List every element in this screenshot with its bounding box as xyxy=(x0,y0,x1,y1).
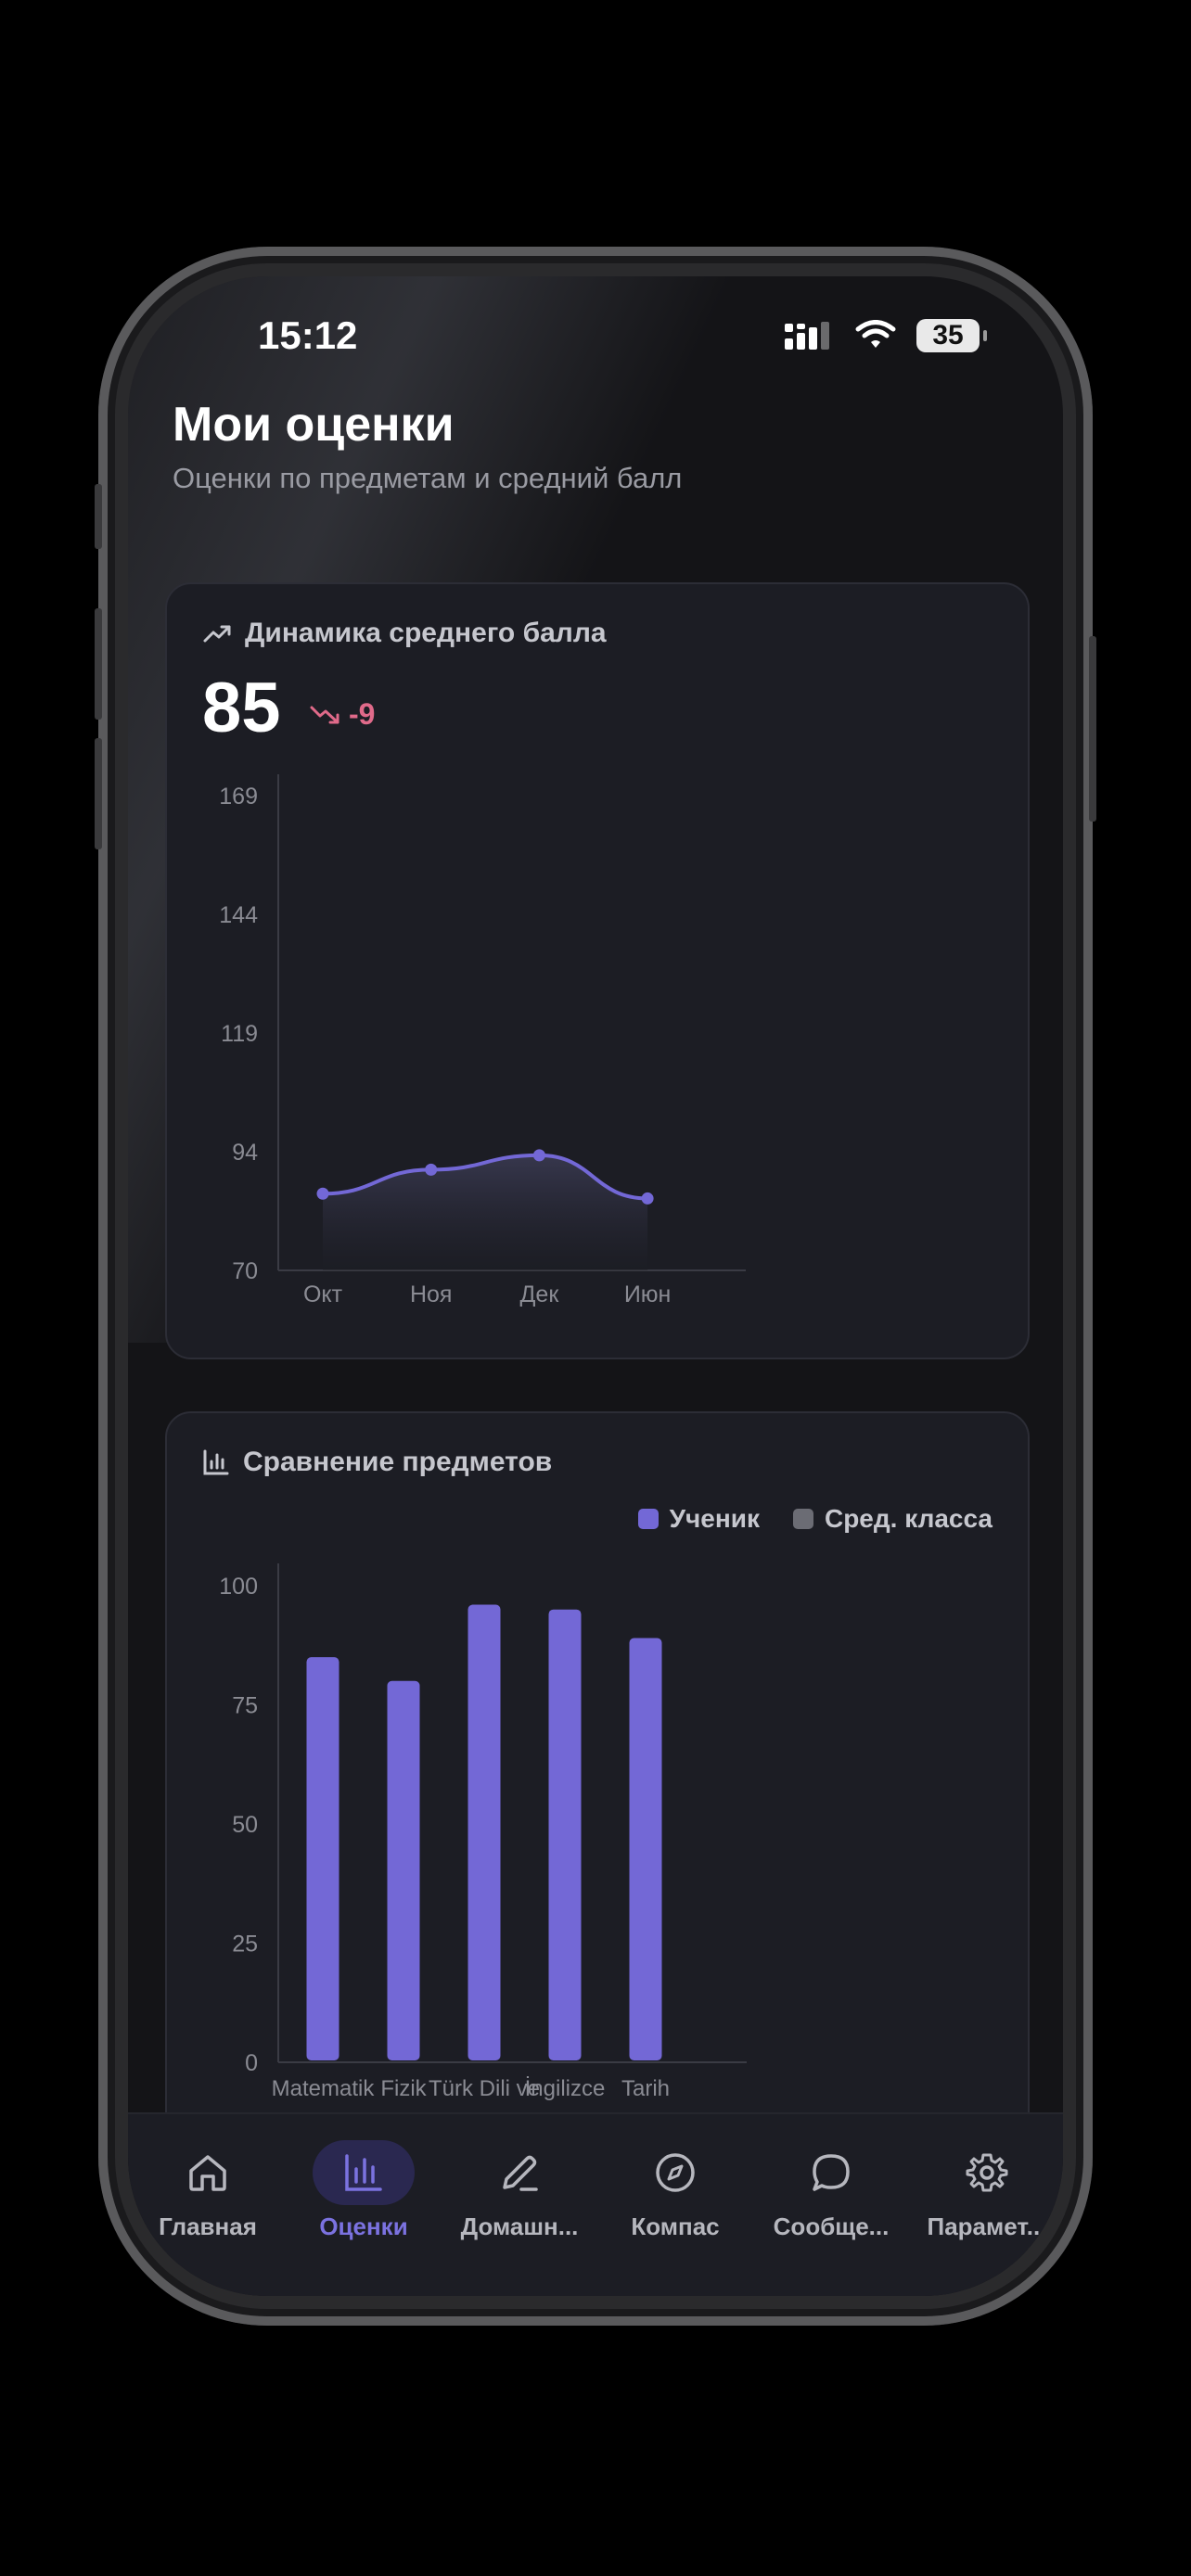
x-tick-label: İngilizce xyxy=(525,2076,606,2101)
bottom-tab-bar: Главная Оценки Домашн... Компас Сообще..… xyxy=(128,2112,1063,2296)
volume-up-button xyxy=(95,608,102,720)
status-time: 15:12 xyxy=(258,313,358,357)
x-tick-label: Fizik xyxy=(380,2076,427,2101)
cellular-signal-icon xyxy=(785,322,829,350)
grade-trend-card: Динамика среднего балла 85 -9 169 144 119 9… xyxy=(165,582,1030,1359)
tab-grades[interactable]: Оценки xyxy=(286,2140,442,2241)
home-icon xyxy=(157,2140,259,2205)
x-tick-label: Окт xyxy=(303,1282,343,1307)
tab-home[interactable]: Главная xyxy=(130,2140,286,2241)
tab-settings-label: Парамет... xyxy=(927,2213,1047,2240)
x-tick-label: Июн xyxy=(624,1282,672,1307)
data-point xyxy=(532,1149,545,1162)
page-title: Мои оценки xyxy=(173,398,455,452)
pencil-icon xyxy=(468,2140,570,2205)
y-tick-label: 70 xyxy=(232,1258,258,1284)
y-tick-label: 75 xyxy=(232,1693,258,1719)
tab-home-label: Главная xyxy=(159,2213,257,2240)
y-tick-label: 119 xyxy=(221,1021,258,1047)
data-point xyxy=(316,1187,329,1200)
tab-settings[interactable]: Парамет... xyxy=(909,2140,1063,2241)
tab-compass[interactable]: Компас xyxy=(597,2140,753,2241)
power-button xyxy=(1089,636,1096,822)
bar xyxy=(548,1609,582,2060)
bar xyxy=(467,1604,501,2060)
tab-grades-label: Оценки xyxy=(319,2213,408,2240)
y-tick-label: 94 xyxy=(232,1140,258,1166)
data-point xyxy=(425,1163,438,1176)
mute-switch xyxy=(95,484,102,549)
screen: 15:12 35 Мои оценки Оценки по предметам … xyxy=(128,276,1063,2296)
volume-down-button xyxy=(95,738,102,849)
grade-trend-chart: 169 144 119 94 70 Окт Ноя Дек Июн xyxy=(219,774,746,1307)
tab-homework[interactable]: Домашн... xyxy=(442,2140,597,2241)
compass-icon xyxy=(624,2140,726,2205)
tab-homework-label: Домашн... xyxy=(460,2213,579,2240)
x-tick-label: Ноя xyxy=(410,1282,453,1307)
page-subtitle: Оценки по предметам и средний балл xyxy=(173,462,683,494)
bar xyxy=(306,1657,339,2060)
y-tick-label: 25 xyxy=(232,1932,258,1958)
x-tick-label: Matematik xyxy=(272,2076,376,2101)
y-tick-label: 0 xyxy=(245,2050,258,2076)
y-tick-label: 144 xyxy=(219,902,258,928)
bar xyxy=(387,1680,420,2060)
y-tick-label: 50 xyxy=(232,1812,258,1838)
y-tick-label: 169 xyxy=(219,784,258,810)
tab-messages-label: Сообще... xyxy=(773,2213,890,2240)
wifi-icon xyxy=(855,320,896,348)
y-tick-label: 100 xyxy=(219,1574,258,1600)
x-tick-label: Tarih xyxy=(621,2076,670,2101)
x-tick-label: Türk Dili ve xyxy=(429,2076,540,2101)
tab-messages[interactable]: Сообще... xyxy=(753,2140,909,2241)
series-area xyxy=(323,1154,648,1270)
x-tick-label: Дек xyxy=(520,1282,560,1307)
tab-compass-label: Компас xyxy=(631,2213,720,2240)
phone-frame: 15:12 35 Мои оценки Оценки по предметам … xyxy=(95,247,1096,2326)
bar xyxy=(629,1638,662,2060)
gear-icon xyxy=(936,2140,1038,2205)
bar-chart-icon xyxy=(313,2140,415,2205)
chat-icon xyxy=(780,2140,882,2205)
battery-indicator: 35 xyxy=(916,319,987,352)
data-point xyxy=(641,1192,654,1205)
status-icons: 35 xyxy=(783,319,987,352)
